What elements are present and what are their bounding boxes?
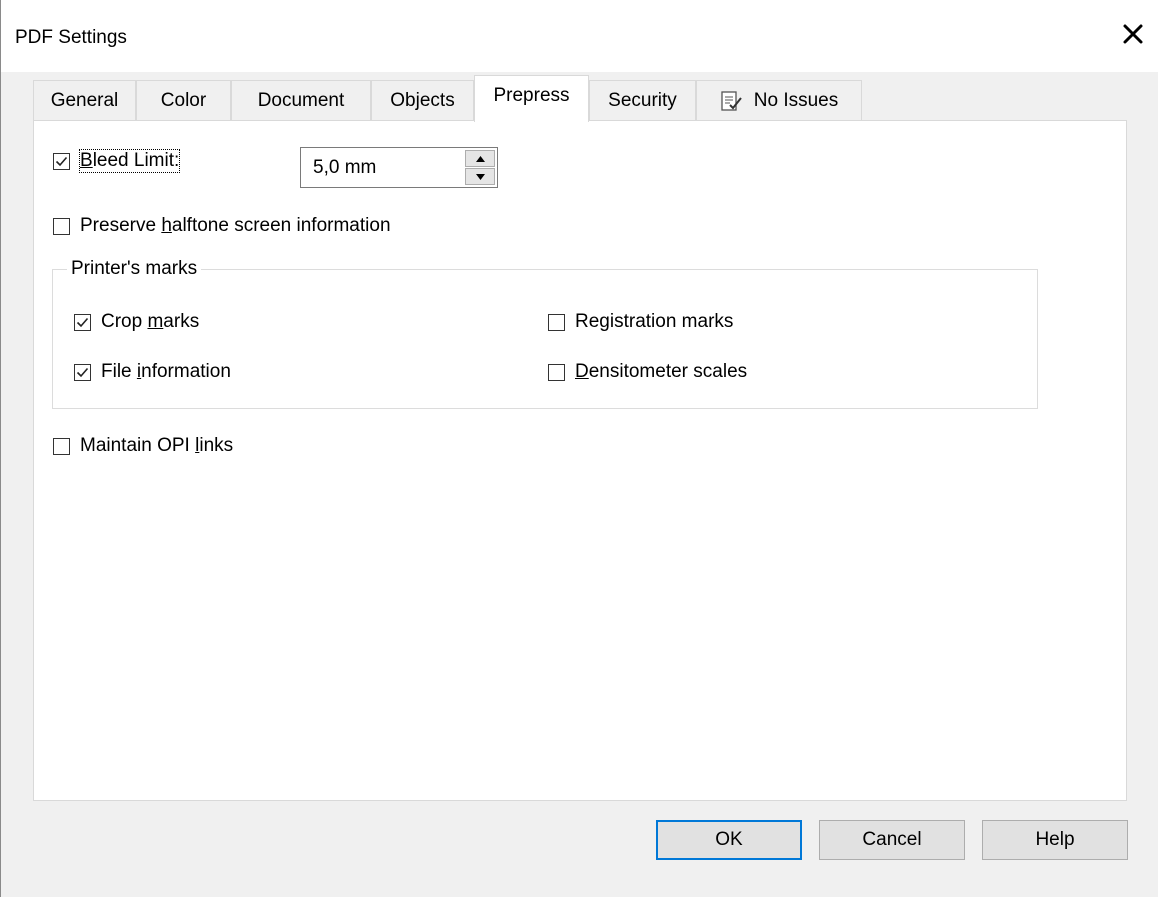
bleed-limit-checkbox[interactable] (53, 153, 70, 170)
maintain-opi-links-checkbox[interactable] (53, 438, 70, 455)
tab-label: No Issues (753, 90, 839, 111)
spinner-buttons (465, 150, 495, 185)
checkmark-icon (76, 317, 89, 328)
crop-marks-label: Crop marks (101, 311, 200, 332)
arrow-up-icon (475, 155, 485, 162)
bleed-limit-spinbox[interactable]: 5,0 mm (300, 147, 498, 188)
prepress-panel: Bleed Limit: 5,0 mm Preserve halftone sc… (33, 120, 1127, 801)
help-button-label: Help (1035, 829, 1075, 850)
spin-down-button[interactable] (465, 168, 495, 185)
pdf-settings-dialog: PDF Settings General Color Document Obje… (0, 0, 1158, 897)
title-bar: PDF Settings (1, 0, 1158, 72)
tab-label: Prepress (493, 85, 570, 106)
checkmark-icon (55, 156, 68, 167)
tab-label: Security (608, 90, 677, 111)
tab-label: Color (160, 90, 207, 111)
bleed-limit-label: Bleed Limit: (78, 149, 181, 173)
printers-marks-group: Printer's marks Crop marks File informat… (52, 258, 1038, 409)
tab-security[interactable]: Security (589, 80, 696, 121)
registration-marks-checkbox[interactable] (548, 314, 565, 331)
crop-marks-checkbox[interactable] (74, 314, 91, 331)
preserve-halftone-checkbox[interactable] (53, 218, 70, 235)
tab-document[interactable]: Document (231, 80, 371, 121)
maintain-opi-links-label: Maintain OPI links (80, 435, 234, 456)
cancel-button-label: Cancel (862, 829, 922, 850)
printers-marks-title: Printer's marks (67, 258, 202, 280)
cancel-button[interactable]: Cancel (819, 820, 965, 860)
ok-button[interactable]: OK (656, 820, 802, 860)
densitometer-scales-checkbox[interactable] (548, 364, 565, 381)
file-information-checkbox[interactable] (74, 364, 91, 381)
tab-label: General (50, 90, 119, 111)
preflight-check-icon (720, 90, 744, 112)
ok-button-label: OK (715, 829, 743, 850)
window-title: PDF Settings (15, 27, 127, 48)
tab-no-issues[interactable]: No Issues (696, 80, 862, 121)
spin-up-button[interactable] (465, 150, 495, 167)
tab-label: Document (257, 90, 345, 111)
file-information-label: File information (101, 361, 231, 382)
close-icon (1123, 24, 1143, 44)
registration-marks-label: Registration marks (575, 311, 734, 332)
arrow-down-icon (475, 173, 485, 180)
tab-color[interactable]: Color (136, 80, 231, 121)
preserve-halftone-label: Preserve halftone screen information (80, 215, 391, 236)
close-button[interactable] (1111, 14, 1155, 54)
checkmark-icon (76, 367, 89, 378)
help-button[interactable]: Help (982, 820, 1128, 860)
tab-prepress[interactable]: Prepress (474, 75, 589, 122)
tab-objects[interactable]: Objects (371, 80, 474, 121)
densitometer-scales-label: Densitometer scales (575, 361, 748, 382)
tab-label: Objects (390, 90, 455, 111)
bleed-limit-value[interactable]: 5,0 mm (313, 157, 376, 179)
tab-general[interactable]: General (33, 80, 136, 121)
